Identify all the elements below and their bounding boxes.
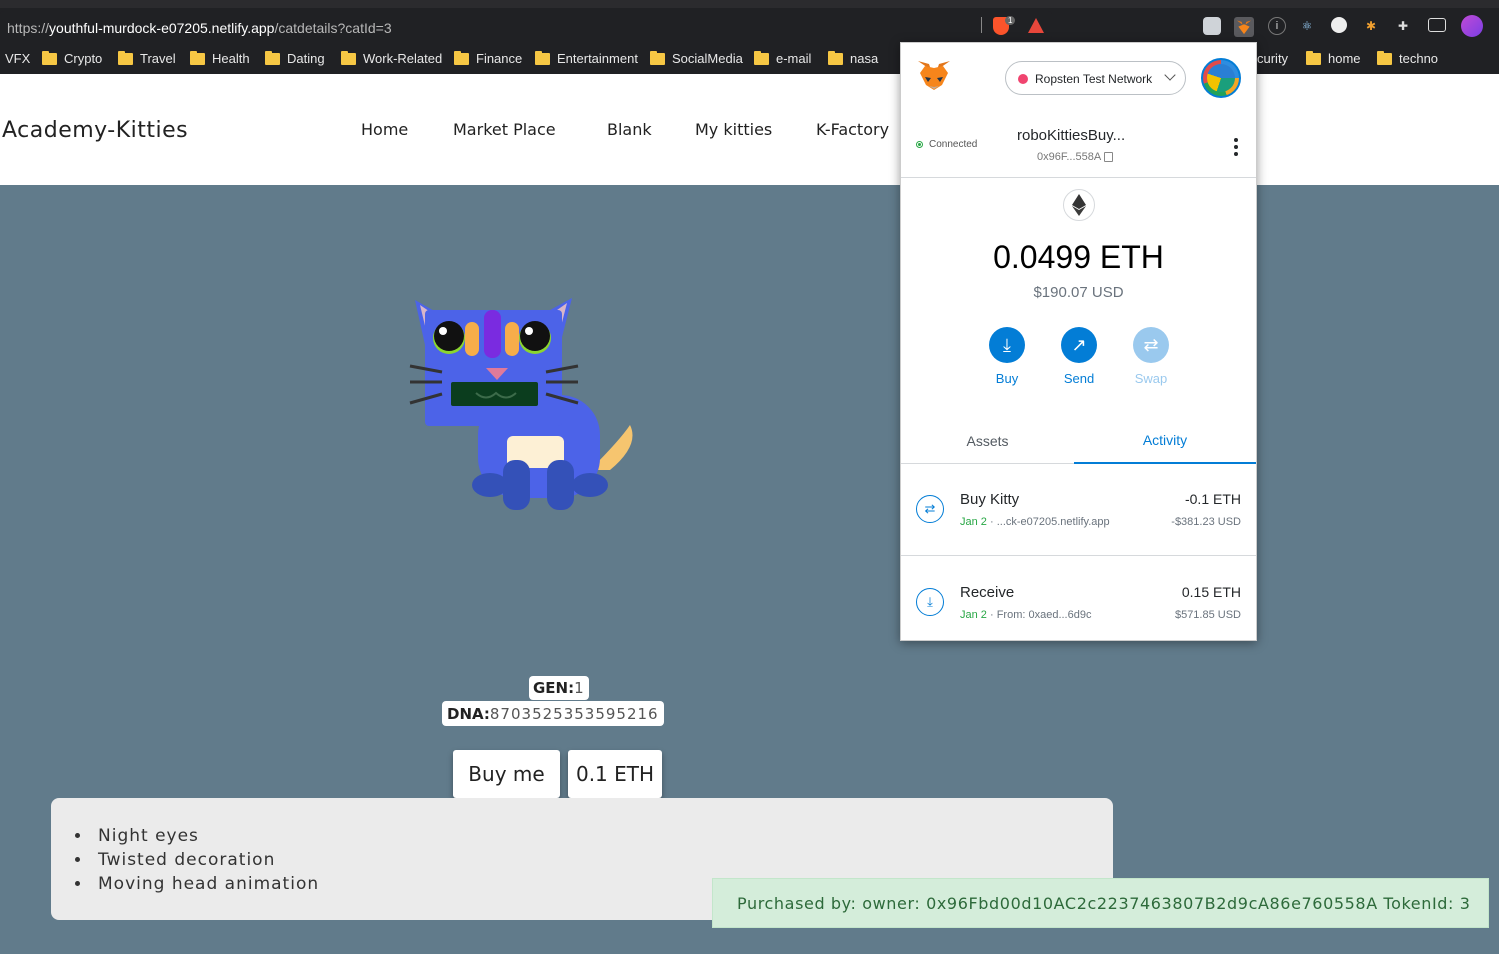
nav-k-factory[interactable]: K-Factory [816, 120, 889, 139]
folder-icon [454, 50, 469, 65]
folder-icon [265, 50, 280, 65]
swap-icon: ⇄ [1133, 327, 1169, 363]
folder-icon [1306, 50, 1321, 65]
network-status-dot [1018, 74, 1028, 84]
tab-activity[interactable]: Activity [1074, 418, 1256, 464]
gen-badge: GEN: 1 [529, 676, 589, 700]
account-avatar[interactable] [1201, 58, 1241, 98]
transaction-title: Receive [960, 584, 1015, 601]
kitty-illustration [409, 298, 633, 510]
bookmark-e-mail[interactable]: e-mail [754, 50, 811, 66]
bookmark-crypto[interactable]: Crypto [42, 50, 102, 66]
attribute-item: Twisted decoration [75, 848, 319, 872]
transaction-subtitle: Jan 2 · ...ck-e07205.netlify.app [960, 516, 1110, 528]
send-action-button[interactable]: ↗ Send [1049, 327, 1109, 386]
site-header: Academy-Kitties Home Market Place Blank … [0, 74, 1499, 185]
folder-icon [118, 50, 133, 65]
folder-icon [828, 50, 843, 65]
bookmark-finance[interactable]: Finance [454, 50, 522, 66]
folder-icon [42, 50, 57, 65]
nav-market-place[interactable]: Market Place [453, 120, 556, 139]
attribute-item: Moving head animation [75, 872, 319, 896]
transaction-row[interactable]: ⇄ Buy Kitty Jan 2 · ...ck-e07205.netlify… [901, 464, 1256, 556]
wallet-icon[interactable] [1428, 18, 1446, 32]
profile-avatar-icon[interactable] [1461, 15, 1483, 37]
bug-icon[interactable]: ✱ [1362, 17, 1380, 35]
connection-status[interactable]: Connected [916, 139, 977, 150]
metamask-popup: Ropsten Test Network Connected roboKitti… [900, 42, 1257, 641]
bookmarks-bar: VFX Crypto Travel Health Dating Work-Rel… [0, 42, 1499, 74]
price-button[interactable]: 0.1 ETH [568, 750, 662, 798]
receive-icon: ⤓ [916, 588, 944, 616]
bookmark-dating[interactable]: Dating [265, 50, 325, 66]
bookmark-home[interactable]: home [1306, 50, 1361, 66]
info-icon[interactable]: i [1268, 17, 1286, 35]
usd-balance: $190.07 USD [1033, 284, 1124, 301]
folder-icon [341, 50, 356, 65]
wallet-tabs: Assets Activity [901, 418, 1256, 464]
purchase-toast: Purchased by: owner: 0x96Fbd00d10AC2c223… [712, 878, 1489, 928]
folder-icon [190, 50, 205, 65]
bookmark-nasa[interactable]: nasa [828, 50, 878, 66]
network-label: Ropsten Test Network [1035, 72, 1153, 86]
transaction-subtitle: Jan 2 · From: 0xaed...6d9c [960, 609, 1092, 621]
brave-rewards-icon[interactable] [1028, 18, 1044, 33]
bookmark-security[interactable]: curity [1257, 51, 1288, 66]
tab-strip [0, 0, 1499, 8]
metamask-extension-icon[interactable] [1234, 17, 1254, 37]
bookmark-socialmedia[interactable]: SocialMedia [650, 50, 743, 66]
transaction-row[interactable]: ⤓ Receive Jan 2 · From: 0xaed...6d9c 0.1… [901, 557, 1256, 649]
buy-me-button[interactable]: Buy me [453, 750, 560, 798]
ethereum-logo-icon [1063, 189, 1095, 221]
transaction-fiat: -$381.23 USD [1171, 516, 1241, 528]
attributes-list: Night eyes Twisted decoration Moving hea… [75, 824, 319, 896]
transaction-fiat: $571.85 USD [1174, 609, 1241, 621]
tab-assets[interactable]: Assets [901, 418, 1074, 464]
nav-blank[interactable]: Blank [607, 120, 652, 139]
brand-logo[interactable]: Academy-Kitties [2, 118, 188, 143]
extension-icon[interactable] [1203, 17, 1221, 35]
folder-icon [650, 50, 665, 65]
account-bar: Connected roboKittiesBuy... 0x96F...558A [901, 118, 1256, 178]
address-bar: https://youthful-murdock-e07205.netlify.… [0, 8, 1499, 42]
extensions-puzzle-icon[interactable]: ✚ [1394, 17, 1412, 35]
account-name[interactable]: roboKittiesBuy... [1017, 127, 1125, 144]
folder-icon [535, 50, 550, 65]
url-field[interactable]: https://youthful-murdock-e07205.netlify.… [0, 11, 1052, 39]
eth-balance: 0.0499 ETH [993, 239, 1164, 275]
folder-icon [754, 50, 769, 65]
bookmark-entertainment[interactable]: Entertainment [535, 50, 638, 66]
transaction-title: Buy Kitty [960, 491, 1020, 508]
account-address[interactable]: 0x96F...558A [1037, 151, 1114, 163]
transaction-amount: -0.1 ETH [1184, 491, 1241, 507]
dna-badge: DNA: 8703525353595216 [442, 701, 664, 726]
url-text: https://youthful-murdock-e07205.netlify.… [7, 20, 392, 36]
send-arrow-icon: ↗ [1061, 327, 1097, 363]
extension-icon-2[interactable] [1331, 17, 1347, 33]
nav-my-kitties[interactable]: My kitties [695, 120, 772, 139]
bookmark-techno[interactable]: techno [1377, 50, 1438, 66]
account-options-icon[interactable] [1234, 138, 1238, 156]
bookmark-vfx[interactable]: VFX [5, 51, 30, 66]
connected-dot-icon [916, 141, 923, 148]
url-separator [981, 17, 982, 33]
swap-icon: ⇄ [916, 495, 944, 523]
metamask-fox-icon[interactable] [917, 60, 951, 92]
transaction-amount: 0.15 ETH [1181, 584, 1241, 600]
attribute-item: Night eyes [75, 824, 319, 848]
network-selector[interactable]: Ropsten Test Network [1005, 61, 1186, 95]
react-devtools-icon[interactable]: ⚛ [1298, 17, 1316, 35]
bookmark-work-related[interactable]: Work-Related [341, 50, 442, 66]
nav-home[interactable]: Home [361, 120, 408, 139]
bookmark-health[interactable]: Health [190, 50, 250, 66]
folder-icon [1377, 50, 1392, 65]
chevron-down-icon [1164, 69, 1176, 81]
swap-action-button[interactable]: ⇄ Swap [1121, 327, 1181, 386]
copy-icon [1104, 152, 1114, 162]
bookmark-travel[interactable]: Travel [118, 50, 176, 66]
buy-action-button[interactable]: ⤓ Buy [977, 327, 1037, 386]
download-icon: ⤓ [989, 327, 1025, 363]
